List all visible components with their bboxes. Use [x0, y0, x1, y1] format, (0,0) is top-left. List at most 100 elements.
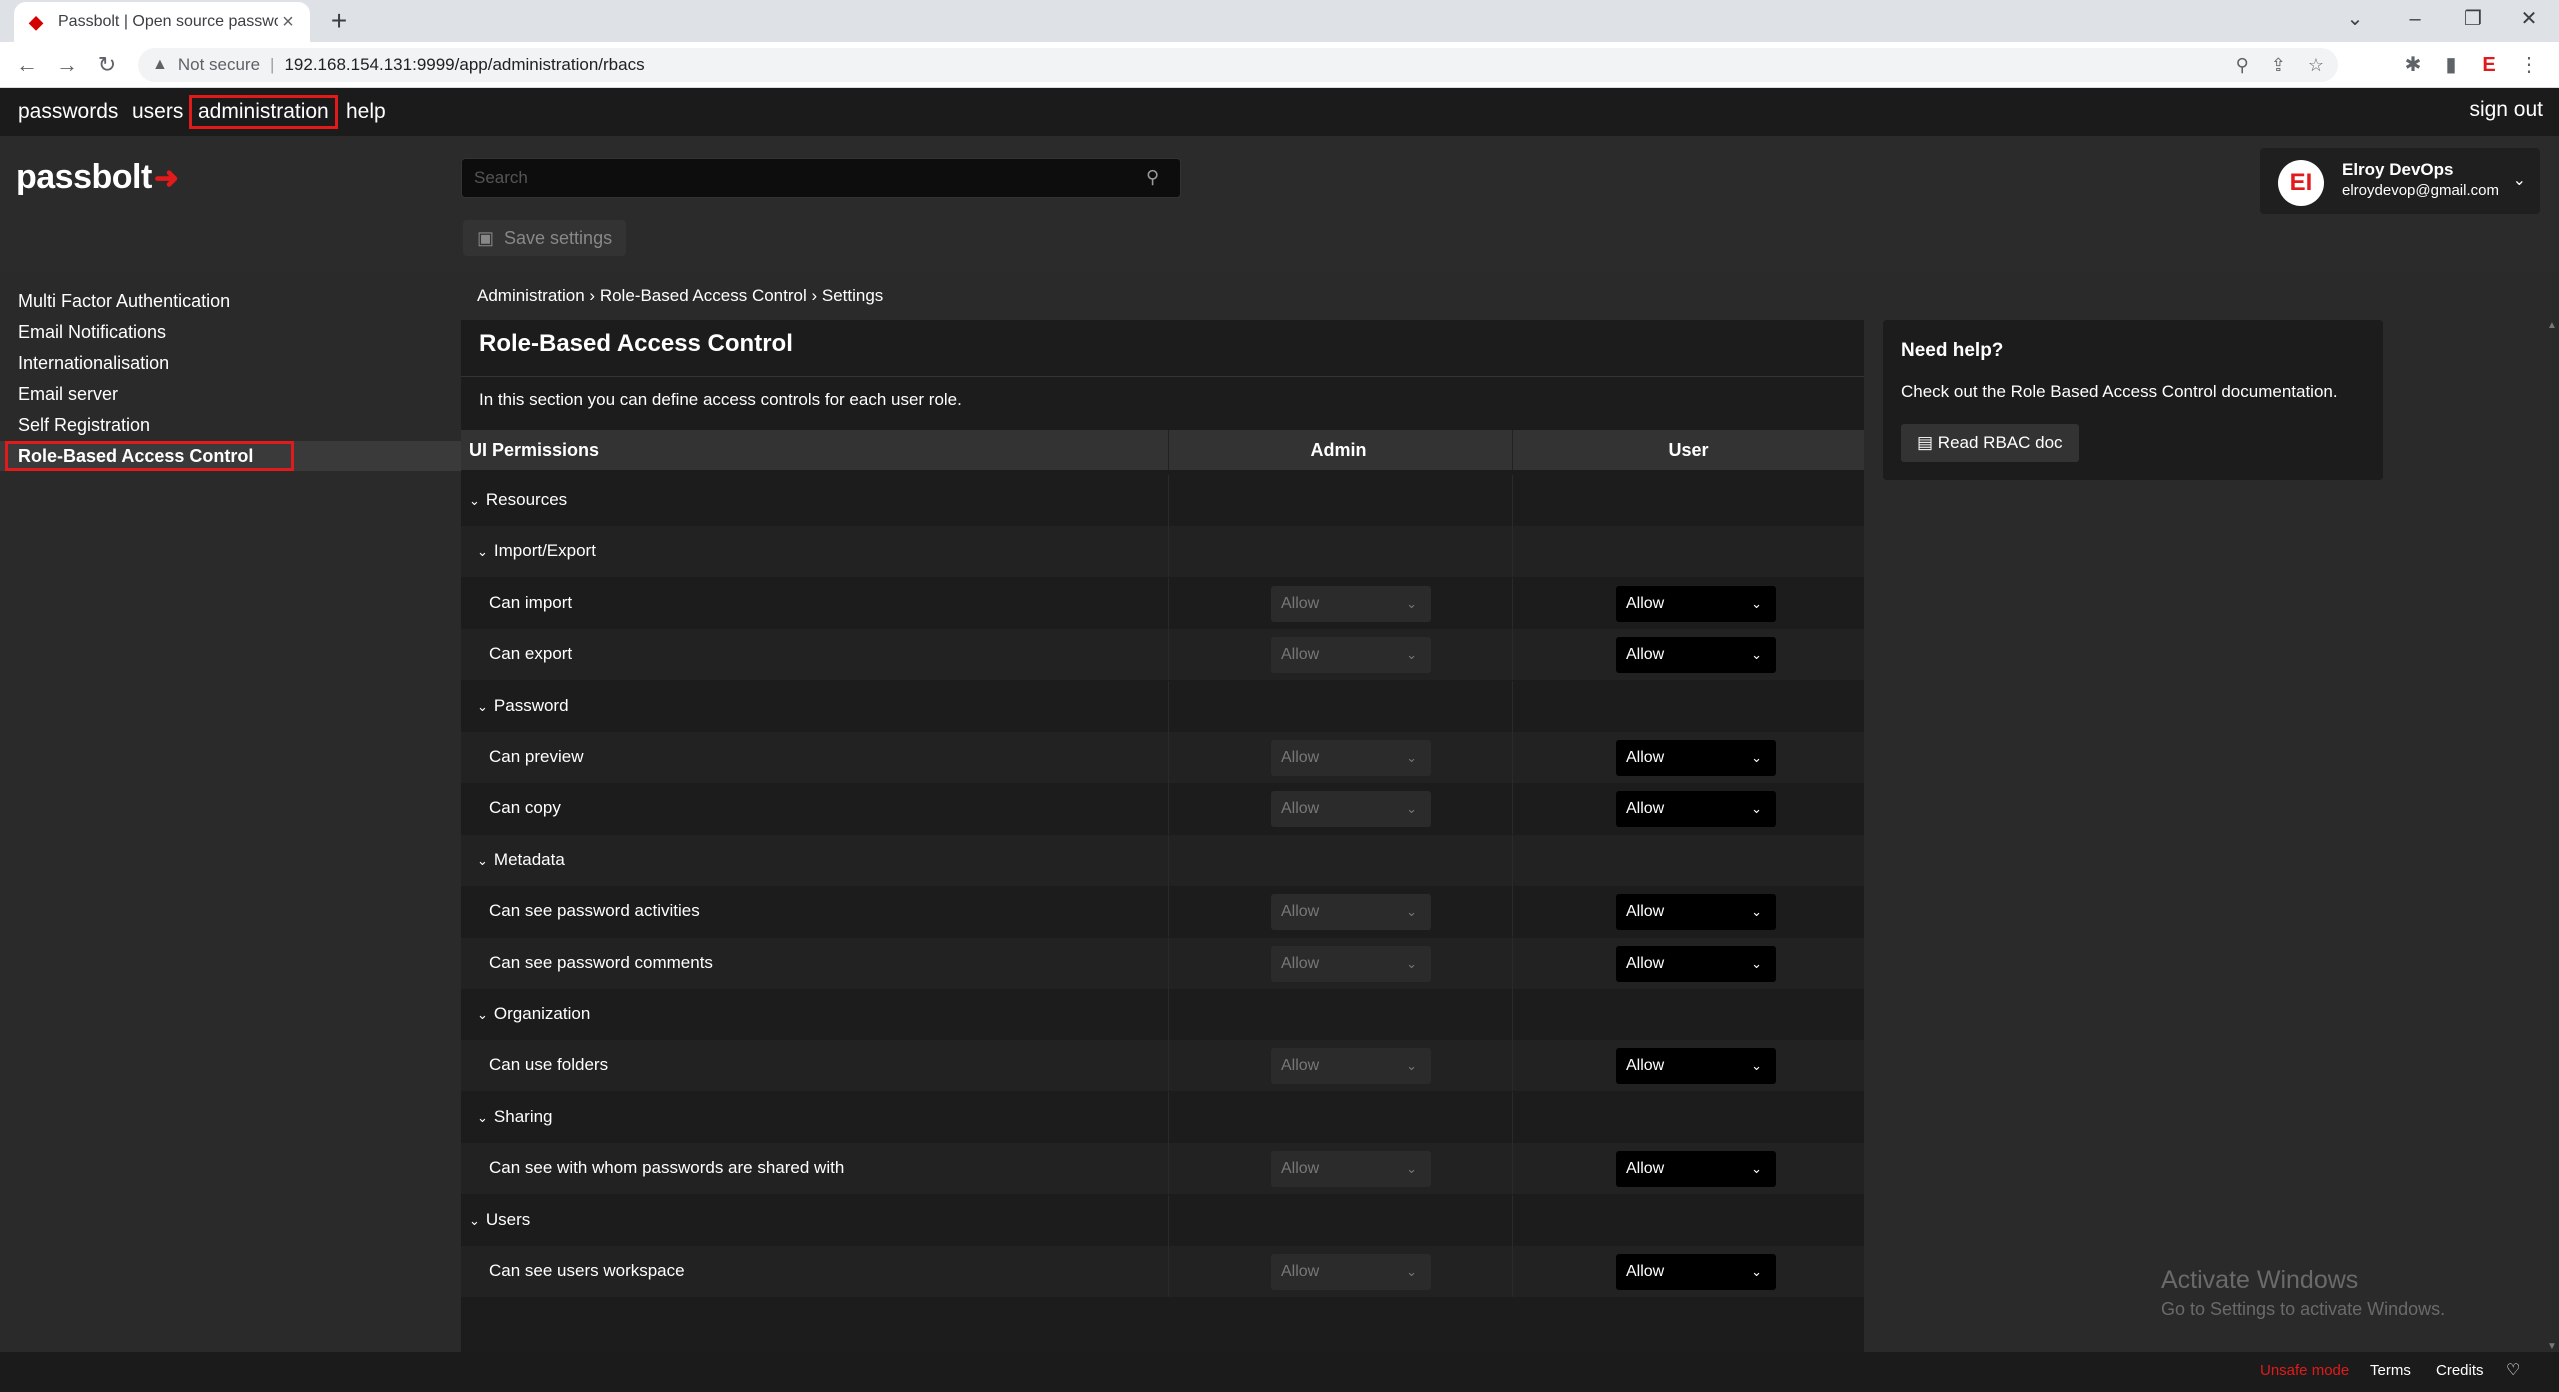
nav-administration[interactable]: administration [189, 95, 338, 129]
close-tab-icon[interactable]: × [278, 11, 298, 34]
admin-permission-select[interactable]: Allow ⌄ [1271, 1151, 1431, 1188]
permission-group-row[interactable]: ⌄ Metadata [461, 834, 1864, 886]
close-window-button[interactable]: ✕ [2500, 0, 2558, 42]
row-label-wrap: ⌄ Sharing [477, 1107, 553, 1127]
select-value: Allow [1626, 1263, 1665, 1280]
tab-search-icon[interactable]: ⌄ [2326, 0, 2384, 42]
sidebar-item-rbac[interactable]: Role-Based Access Control [0, 441, 461, 471]
sidebar-item-email-server[interactable]: Email server [0, 379, 461, 409]
admin-permission-select[interactable]: Allow ⌄ [1271, 1254, 1431, 1290]
minimize-button[interactable]: – [2386, 0, 2444, 42]
column-divider [1512, 834, 1513, 886]
user-profile-dropdown[interactable]: EI Elroy DevOps elroydevop@gmail.com ⌄ [2260, 148, 2540, 214]
nav-help[interactable]: help [340, 98, 392, 126]
select-value: Allow [1626, 800, 1665, 818]
permission-group-row[interactable]: ⌄ Password [461, 680, 1864, 732]
admin-permission-select[interactable]: Allow ⌄ [1271, 637, 1431, 674]
new-tab-button[interactable]: + [324, 6, 354, 36]
permission-row: Can preview Allow ⌄ Allow ⌄ [461, 732, 1864, 783]
breadcrumb[interactable]: Administration › Role-Based Access Contr… [477, 286, 883, 306]
user-permission-select[interactable]: Allow ⌄ [1616, 945, 1776, 982]
row-label: Can see users workspace [489, 1261, 685, 1280]
permission-row: Can export Allow ⌄ Allow ⌄ [461, 629, 1864, 681]
select-value: Allow [1626, 903, 1665, 921]
select-value: Allow [1626, 1160, 1665, 1178]
browser-tab[interactable]: ◆ Passbolt | Open source passwor × [14, 2, 310, 42]
user-permission-select[interactable]: Allow ⌄ [1616, 1048, 1776, 1085]
user-permission-select[interactable]: Allow ⌄ [1616, 894, 1776, 931]
permission-row: Can see password comments Allow ⌄ Allow ⌄ [461, 937, 1864, 989]
read-rbac-doc-button[interactable]: ▤ Read RBAC doc [1901, 424, 2079, 462]
zoom-icon[interactable]: ⚲ [2236, 55, 2249, 76]
chevron-down-icon: ⌄ [1751, 1161, 1762, 1177]
sidebar-item-self-registration[interactable]: Self Registration [0, 410, 461, 440]
search-icon[interactable]: ⚲ [1146, 167, 1166, 187]
chevron-down-icon[interactable]: ⌄ [477, 1110, 488, 1126]
chevron-down-icon: ⌄ [2512, 172, 2526, 189]
reload-icon[interactable]: ↻ [92, 50, 122, 80]
heart-icon[interactable]: ♡ [2506, 1360, 2520, 1380]
admin-permission-select[interactable]: Allow ⌄ [1271, 1048, 1431, 1085]
sign-out-link[interactable]: sign out [2469, 98, 2543, 122]
sidebar-item-label: Internationalisation [18, 353, 170, 373]
column-divider [1168, 1091, 1169, 1143]
save-settings-button[interactable]: ▣ Save settings [463, 220, 627, 256]
chevron-down-icon[interactable]: ⌄ [469, 1213, 480, 1229]
chevron-down-icon[interactable]: ⌄ [477, 1007, 488, 1023]
not-secure-label: Not secure [177, 55, 261, 74]
column-divider [1168, 989, 1169, 1040]
permission-group-row[interactable]: ⌄ Organization [461, 989, 1864, 1040]
scrollbar[interactable]: ▲ ▼ [2545, 320, 2559, 1352]
scroll-up-icon[interactable]: ▲ [2547, 320, 2557, 331]
permission-group-row[interactable]: ⌄ Sharing [461, 1091, 1864, 1143]
bookmark-star-icon[interactable]: ☆ [2308, 55, 2324, 76]
page-title: Role-Based Access Control [479, 330, 793, 357]
admin-permission-select[interactable]: Allow ⌄ [1271, 894, 1431, 931]
admin-permission-select[interactable]: Allow ⌄ [1271, 585, 1431, 622]
permission-group-row[interactable]: ⌄ Users [461, 1194, 1864, 1246]
permission-group-row[interactable]: ⌄ Resources [461, 475, 1864, 526]
browser-menu-icon[interactable]: ⋮ [2514, 50, 2544, 80]
column-divider [1168, 526, 1169, 578]
credits-link[interactable]: Credits [2436, 1362, 2484, 1379]
admin-permission-select[interactable]: Allow ⌄ [1271, 945, 1431, 982]
chevron-down-icon[interactable]: ⌄ [469, 493, 480, 509]
forward-icon[interactable]: → [52, 50, 82, 80]
passbolt-extension-icon[interactable]: E [2474, 50, 2504, 80]
restore-button[interactable]: ❐ [2444, 0, 2502, 42]
sidebar-item-label: Role-Based Access Control [4, 441, 295, 471]
nav-users[interactable]: users [126, 98, 189, 126]
back-icon[interactable]: ← [12, 50, 42, 80]
passbolt-logo[interactable]: passbolt➜ [16, 158, 179, 197]
document-icon: ▤ [1917, 433, 1934, 452]
select-value: Allow [1281, 594, 1320, 612]
scroll-down-icon[interactable]: ▼ [2547, 1341, 2557, 1352]
chevron-down-icon[interactable]: ⌄ [477, 853, 488, 869]
sidebar-item-email-notifications[interactable]: Email Notifications [0, 317, 461, 347]
column-divider [1168, 783, 1169, 835]
unsafe-mode-link[interactable]: Unsafe mode [2260, 1362, 2349, 1379]
permission-group-row[interactable]: ⌄ Import/Export [461, 526, 1864, 578]
url-field[interactable]: ▲ Not secure | 192.168.154.131:9999/app/… [138, 48, 2338, 82]
admin-permission-select[interactable]: Allow ⌄ [1271, 740, 1431, 776]
user-permission-select[interactable]: Allow ⌄ [1616, 791, 1776, 828]
chevron-down-icon[interactable]: ⌄ [477, 544, 488, 560]
user-permission-select[interactable]: Allow ⌄ [1616, 585, 1776, 622]
extensions-icon[interactable]: ✱ [2398, 50, 2428, 80]
search-input[interactable] [462, 159, 1122, 197]
column-divider [1512, 1143, 1513, 1195]
user-permission-select[interactable]: Allow ⌄ [1616, 637, 1776, 674]
side-panel-icon[interactable]: ▮ [2436, 50, 2466, 80]
col-admin: Admin [1168, 430, 1508, 470]
terms-link[interactable]: Terms [2370, 1362, 2411, 1379]
share-icon[interactable]: ⇪ [2271, 55, 2286, 76]
user-permission-select[interactable]: Allow ⌄ [1616, 1254, 1776, 1290]
user-permission-select[interactable]: Allow ⌄ [1616, 740, 1776, 776]
sidebar-item-mfa[interactable]: Multi Factor Authentication [0, 286, 461, 316]
column-divider [1168, 1143, 1169, 1195]
admin-permission-select[interactable]: Allow ⌄ [1271, 791, 1431, 828]
chevron-down-icon[interactable]: ⌄ [477, 699, 488, 715]
sidebar-item-internationalisation[interactable]: Internationalisation [0, 348, 461, 378]
user-permission-select[interactable]: Allow ⌄ [1616, 1151, 1776, 1188]
nav-passwords[interactable]: passwords [12, 98, 124, 126]
